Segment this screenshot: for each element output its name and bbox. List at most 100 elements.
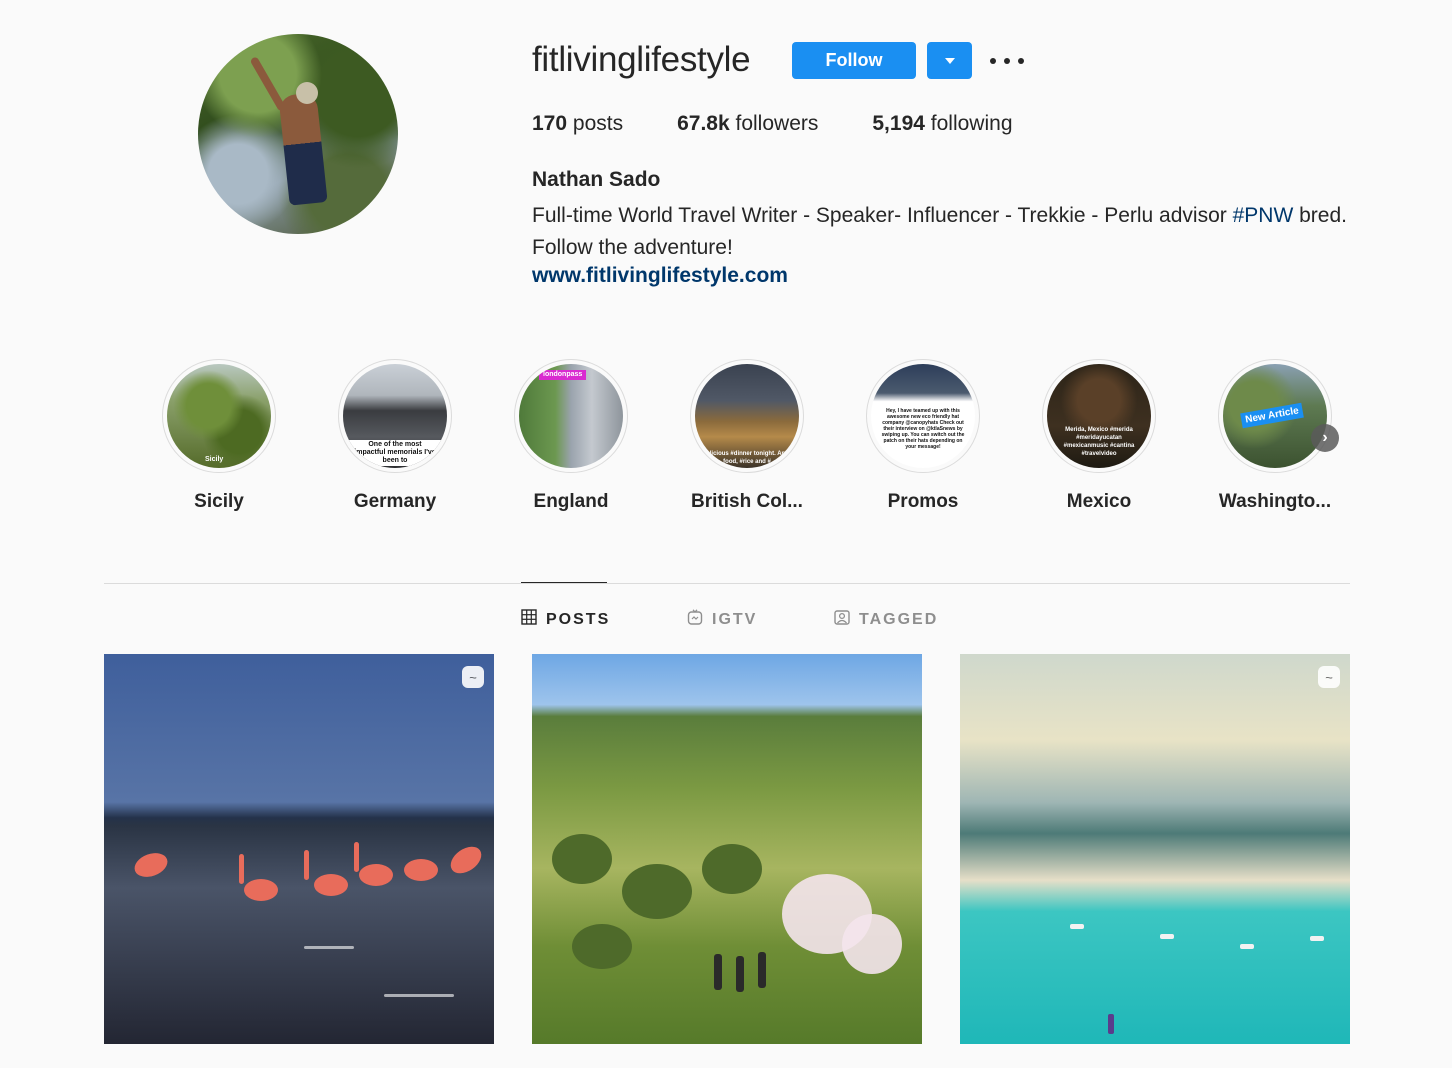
post-thumbnail-hills[interactable]	[532, 654, 922, 1044]
tree-shape	[702, 844, 762, 894]
boat-shape	[1310, 936, 1324, 941]
highlight-ring: Hey, I have teamed up with this awesome …	[866, 359, 980, 473]
post-thumbnail-lagoon[interactable]: ~	[960, 654, 1350, 1044]
profile-avatar[interactable]	[198, 34, 398, 234]
person-shape	[758, 952, 766, 988]
more-dot-icon	[1004, 58, 1010, 64]
avatar-head	[296, 82, 318, 104]
flamingo-shape	[404, 859, 438, 881]
highlight-ring: One of the most impactful memorials I've…	[338, 359, 452, 473]
followers-stat[interactable]: 67.8k followers	[677, 112, 818, 136]
highlight-cover: londonpass	[519, 364, 623, 468]
tab-tagged[interactable]: TAGGED	[834, 609, 938, 630]
tree-shape	[572, 924, 632, 969]
chevron-down-icon	[944, 57, 955, 64]
water-ripple	[304, 946, 354, 949]
highlight-cover: Hey, I have teamed up with this awesome …	[871, 364, 975, 468]
flamingo-neck-shape	[239, 854, 244, 884]
flamingo-shape	[314, 874, 348, 896]
highlight-cover-text: Merida, Mexico #merida #meridayucatan #m…	[1063, 427, 1135, 457]
boat-shape	[1070, 924, 1084, 929]
highlight-mexico[interactable]: Merida, Mexico #merida #meridayucatan #m…	[1029, 359, 1169, 513]
highlight-label: Promos	[887, 491, 959, 512]
followers-count: 67.8k	[677, 112, 730, 135]
igtv-icon	[687, 609, 703, 630]
sailboat-shape	[1108, 1014, 1114, 1034]
highlights-next-button[interactable]: ›	[1311, 424, 1339, 452]
following-label: following	[930, 112, 1013, 135]
tabs-divider	[104, 583, 1350, 584]
highlight-label: England	[533, 491, 609, 512]
flamingo-shape	[359, 864, 393, 886]
flamingo-shape	[244, 879, 278, 901]
profile-website-link[interactable]: www.fitlivinglifestyle.com	[532, 264, 788, 288]
profile-username: fitlivinglifestyle	[532, 40, 751, 79]
posts-label: posts	[572, 112, 624, 135]
highlight-cover: New Article	[1223, 364, 1327, 468]
igtv-badge-icon: ~	[462, 666, 484, 688]
tree-shape	[552, 834, 612, 884]
tab-posts[interactable]: POSTS	[521, 609, 610, 630]
tab-igtv[interactable]: IGTV	[687, 609, 757, 630]
more-options-button[interactable]	[990, 50, 1024, 72]
person-shape	[736, 956, 744, 992]
flamingo-neck-shape	[304, 850, 309, 880]
highlight-ring: New Article	[1218, 359, 1332, 473]
highlight-sicily[interactable]: Sicily Sicily	[149, 359, 289, 513]
person-shape	[714, 954, 722, 990]
more-dot-icon	[990, 58, 996, 64]
highlight-cover: One of the most impactful memorials I've…	[343, 364, 447, 468]
highlight-promos[interactable]: Hey, I have teamed up with this awesome …	[853, 359, 993, 513]
highlight-england[interactable]: londonpass England	[501, 359, 641, 513]
highlight-cover: Sicily	[167, 364, 271, 468]
profile-stats: 170 posts 67.8k followers 5,194 followin…	[532, 112, 1067, 136]
following-count: 5,194	[872, 112, 925, 135]
water-ripple	[384, 994, 454, 997]
tagged-icon	[834, 609, 850, 630]
followers-label: followers	[735, 112, 819, 135]
highlight-label: Germany	[353, 491, 437, 512]
highlight-cover: Delicious #dinner tonight. An #i food, #…	[695, 364, 799, 468]
boat-shape	[1160, 934, 1174, 939]
highlight-germany[interactable]: One of the most impactful memorials I've…	[325, 359, 465, 513]
flamingo-neck-shape	[354, 842, 359, 872]
highlight-cover-text: Sicily	[205, 456, 224, 463]
active-tab-indicator	[521, 582, 607, 583]
grid-icon	[521, 609, 537, 630]
chevron-right-icon: ›	[1322, 429, 1328, 446]
follow-button[interactable]: Follow	[792, 42, 916, 79]
highlight-cover-text: New Article	[1240, 402, 1304, 429]
highlight-ring: Sicily	[162, 359, 276, 473]
posts-stat: 170 posts	[532, 112, 623, 136]
igtv-badge-icon: ~	[1318, 666, 1340, 688]
suggested-dropdown-button[interactable]	[927, 42, 972, 79]
post-thumbnail-flamingos[interactable]: ~	[104, 654, 494, 1044]
bio-text: Full-time World Travel Writer - Speaker-…	[532, 204, 1233, 227]
highlight-cover: Merida, Mexico #merida #meridayucatan #m…	[1047, 364, 1151, 468]
avatar-figure	[278, 92, 328, 206]
highlight-cover-text: One of the most impactful memorials I've…	[349, 440, 441, 466]
tree-shape	[622, 864, 692, 919]
highlight-ring: londonpass	[514, 359, 628, 473]
highlight-ring: Merida, Mexico #merida #meridayucatan #m…	[1042, 359, 1156, 473]
highlight-cover-text: Hey, I have teamed up with this awesome …	[881, 408, 965, 450]
highlight-label: Mexico	[1066, 491, 1132, 512]
posts-count: 170	[532, 112, 568, 135]
flamingo-shape	[131, 848, 171, 882]
tab-igtv-label: IGTV	[712, 610, 758, 628]
highlight-label: Washingto...	[1218, 491, 1332, 512]
profile-full-name: Nathan Sado	[532, 168, 661, 191]
flamingo-shape	[445, 841, 487, 879]
highlight-cover-text: Delicious #dinner tonight. An #i food, #…	[702, 451, 792, 465]
profile-bio: Full-time World Travel Writer - Speaker-…	[532, 200, 1352, 264]
boat-shape	[1240, 944, 1254, 949]
highlight-label: Sicily	[194, 491, 244, 512]
more-dot-icon	[1018, 58, 1024, 64]
highlight-ring: Delicious #dinner tonight. An #i food, #…	[690, 359, 804, 473]
highlight-cover-text: londonpass	[539, 370, 587, 380]
bio-hashtag-link[interactable]: #PNW	[1233, 204, 1294, 227]
tab-tagged-label: TAGGED	[859, 610, 939, 628]
highlight-british-columbia[interactable]: Delicious #dinner tonight. An #i food, #…	[677, 359, 817, 513]
blossom-tree-shape	[842, 914, 902, 974]
following-stat[interactable]: 5,194 following	[872, 112, 1012, 136]
